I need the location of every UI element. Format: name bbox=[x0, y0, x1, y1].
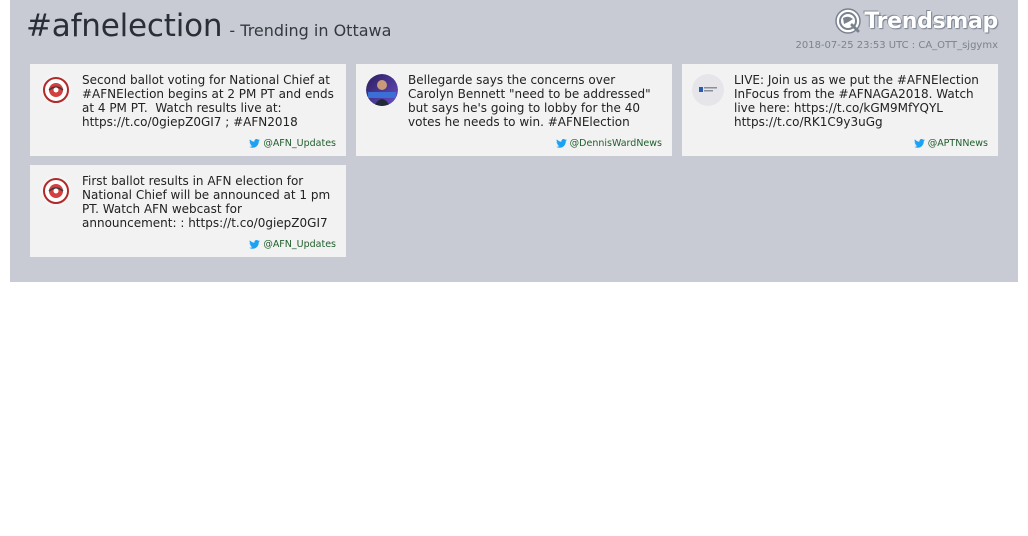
tweet-text[interactable]: Second ballot voting for National Chief … bbox=[82, 73, 338, 129]
page-title: #afnelection - Trending in Ottawa bbox=[26, 8, 391, 44]
hashtag-title[interactable]: #afnelection bbox=[26, 8, 223, 44]
handle-text[interactable]: @AFN_Updates bbox=[263, 138, 336, 149]
trendsmap-globe-icon bbox=[835, 8, 862, 34]
twitter-bird-icon bbox=[555, 139, 567, 148]
timestamp-location-code: 2018-07-25 23:53 UTC : CA_OTT_sjgymx bbox=[795, 40, 999, 51]
tweet-handle[interactable]: @DennisWardNews bbox=[555, 138, 662, 149]
handle-text[interactable]: @DennisWardNews bbox=[570, 138, 662, 149]
twitter-bird-icon bbox=[249, 139, 261, 148]
tweet-text[interactable]: Bellegarde says the concerns over Caroly… bbox=[408, 73, 664, 129]
profile-photo-icon[interactable] bbox=[366, 74, 398, 106]
tweet-card[interactable]: Second ballot voting for National Chief … bbox=[30, 64, 346, 156]
handle-text[interactable]: @APTNNews bbox=[928, 138, 988, 149]
afn-logo-icon[interactable] bbox=[40, 175, 72, 207]
tweet-handle[interactable]: @APTNNews bbox=[913, 138, 988, 149]
tweet-handle[interactable]: @AFN_Updates bbox=[249, 138, 336, 149]
tweet-handle[interactable]: @AFN_Updates bbox=[249, 239, 336, 250]
twitter-bird-icon bbox=[249, 240, 261, 249]
trendsmap-logo[interactable]: Trendsmap bbox=[834, 7, 998, 35]
twitter-bird-icon bbox=[913, 139, 925, 148]
handle-text[interactable]: @AFN_Updates bbox=[263, 239, 336, 250]
tweet-card[interactable]: First ballot results in AFN election for… bbox=[30, 165, 346, 257]
tweet-text[interactable]: LIVE: Join us as we put the #AFNElection… bbox=[734, 73, 990, 129]
trendsmap-brand: Trendsmap bbox=[864, 8, 998, 34]
trend-panel: #afnelection - Trending in Ottawa Trends… bbox=[10, 0, 1018, 282]
tweet-card[interactable]: LIVE: Join us as we put the #AFNElection… bbox=[682, 64, 998, 156]
tweet-text[interactable]: First ballot results in AFN election for… bbox=[82, 174, 338, 230]
aptn-logo-icon[interactable] bbox=[692, 74, 724, 106]
trending-location: - Trending in Ottawa bbox=[229, 21, 392, 40]
tweet-card[interactable]: Bellegarde says the concerns over Caroly… bbox=[356, 64, 672, 156]
afn-logo-icon[interactable] bbox=[40, 74, 72, 106]
